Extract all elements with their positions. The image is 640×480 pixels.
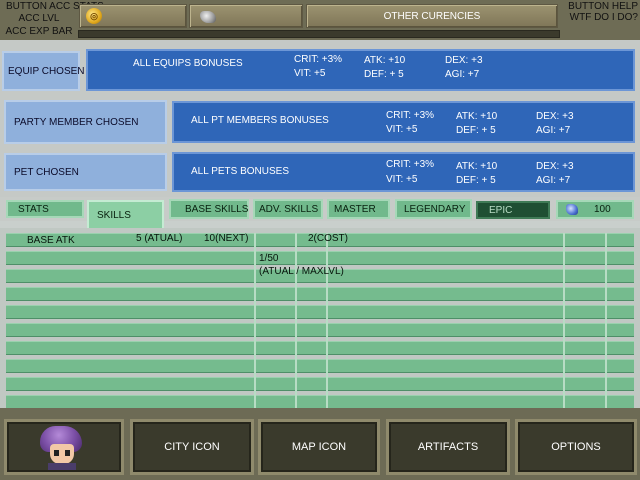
party-bonuses-panel: ALL PT MEMBERS BONUSES CRIT: +3% VIT: +5… <box>172 101 635 143</box>
acc-exp-bar-label: ACC EXP BAR <box>5 26 73 37</box>
party-vit: VIT: +5 <box>386 124 418 135</box>
party-atk: ATK: +10 <box>456 111 498 122</box>
acc-level-label: ACC LVL <box>18 13 60 24</box>
column-divider <box>605 233 607 409</box>
party-member-chosen-label: PARTY MEMBER CHOSEN <box>14 116 139 128</box>
party-def: DEF: + 5 <box>456 125 496 136</box>
help-button[interactable]: BUTTON HELP WTF DO I DO? <box>560 0 640 40</box>
pet-bonus-title: ALL PETS BONUSES <box>191 166 289 177</box>
pet-agi: AGI: +7 <box>536 175 571 186</box>
tab-base-skills[interactable]: BASE SKILLS <box>169 199 249 219</box>
tab-master[interactable]: MASTER <box>327 199 390 219</box>
equip-atk: ATK: +10 <box>364 55 406 66</box>
other-currencies-label: OTHER CURENCIES <box>383 10 481 22</box>
equip-bonus-title: ALL EQUIPS BONUSES <box>133 58 243 69</box>
pet-bonuses-panel: ALL PETS BONUSES CRIT: +3% VIT: +5 ATK: … <box>172 152 635 192</box>
pet-chosen-label: PET CHOSEN <box>14 166 79 178</box>
tab-stats[interactable]: STATS <box>6 200 84 218</box>
skill-level: 1/50 <box>259 253 279 264</box>
party-bonus-title: ALL PT MEMBERS BONUSES <box>191 115 329 126</box>
skill-name: BASE ATK <box>27 235 75 246</box>
skill-next-value: 10(NEXT) <box>204 233 249 244</box>
silver-ore-icon <box>200 11 216 23</box>
skill-points-value: 100 <box>594 204 611 215</box>
party-agi: AGI: +7 <box>536 125 571 136</box>
equip-vit: VIT: +5 <box>294 68 326 79</box>
skill-row[interactable] <box>6 359 634 373</box>
skill-row[interactable] <box>6 323 634 337</box>
other-currencies-slot[interactable]: OTHER CURENCIES <box>306 4 558 28</box>
column-divider <box>563 233 565 409</box>
tab-legendary[interactable]: LEGENDARY <box>395 199 472 219</box>
skill-row[interactable] <box>6 395 634 409</box>
options-button[interactable]: OPTIONS <box>515 419 637 475</box>
column-divider <box>295 233 297 409</box>
tab-adv-skills[interactable]: ADV. SKILLS <box>253 199 323 219</box>
tab-epic[interactable]: EPIC <box>476 201 550 219</box>
skill-points-box: 100 <box>556 200 634 219</box>
pet-chosen-slot[interactable]: PET CHOSEN <box>4 153 167 191</box>
equip-chosen-slot[interactable]: EQUIP CHOSEN <box>2 51 85 91</box>
city-button[interactable]: CITY ICON <box>130 419 254 475</box>
party-crit: CRIT: +3% <box>386 110 435 121</box>
equip-def: DEF: + 5 <box>364 69 404 80</box>
gold-currency-slot[interactable]: ◎ <box>79 4 187 28</box>
equip-crit: CRIT: +3% <box>294 54 343 65</box>
pet-dex: DEX: +3 <box>536 161 574 172</box>
skill-row[interactable] <box>6 377 634 391</box>
equip-bonuses-panel: ALL EQUIPS BONUSES CRIT: +3% VIT: +5 ATK… <box>86 49 635 91</box>
pet-def: DEF: + 5 <box>456 175 496 186</box>
artifacts-button[interactable]: ARTIFACTS <box>386 419 510 475</box>
skill-cost: 2(COST) <box>308 233 348 244</box>
pet-atk: ATK: +10 <box>456 161 498 172</box>
pet-vit: VIT: +5 <box>386 174 418 185</box>
skill-row[interactable] <box>6 305 634 319</box>
party-member-chosen-slot[interactable]: PARTY MEMBER CHOSEN <box>4 100 167 144</box>
blue-gem-icon <box>566 204 578 215</box>
equip-chosen-label: EQUIP CHOSEN <box>8 65 85 77</box>
skill-level-caption: (ATUAL / MAXLVL) <box>259 266 344 277</box>
acc-exp-bar <box>78 30 560 38</box>
eye <box>54 450 59 456</box>
pet-crit: CRIT: +3% <box>386 159 435 170</box>
purple-hair-character-portrait <box>38 426 84 470</box>
skill-row[interactable] <box>6 251 634 265</box>
tab-skills[interactable]: SKILLS <box>87 200 164 230</box>
map-button[interactable]: MAP ICON <box>258 419 380 475</box>
skill-row[interactable] <box>6 287 634 301</box>
skill-actual-value: 5 (ATUAL) <box>136 233 183 244</box>
column-divider <box>326 233 328 409</box>
eye <box>65 450 70 456</box>
equip-dex: DEX: +3 <box>445 55 483 66</box>
gold-coin-icon: ◎ <box>86 8 102 24</box>
skill-row[interactable] <box>6 341 634 355</box>
collar <box>48 463 76 470</box>
equip-agi: AGI: +7 <box>445 69 480 80</box>
avatar-button[interactable] <box>4 419 124 475</box>
column-divider <box>254 233 256 409</box>
gem-currency-slot[interactable] <box>189 4 303 28</box>
party-dex: DEX: +3 <box>536 111 574 122</box>
acc-stats-panel[interactable]: BUTTON ACC STATS ACC LVL ACC EXP BAR <box>0 0 104 40</box>
